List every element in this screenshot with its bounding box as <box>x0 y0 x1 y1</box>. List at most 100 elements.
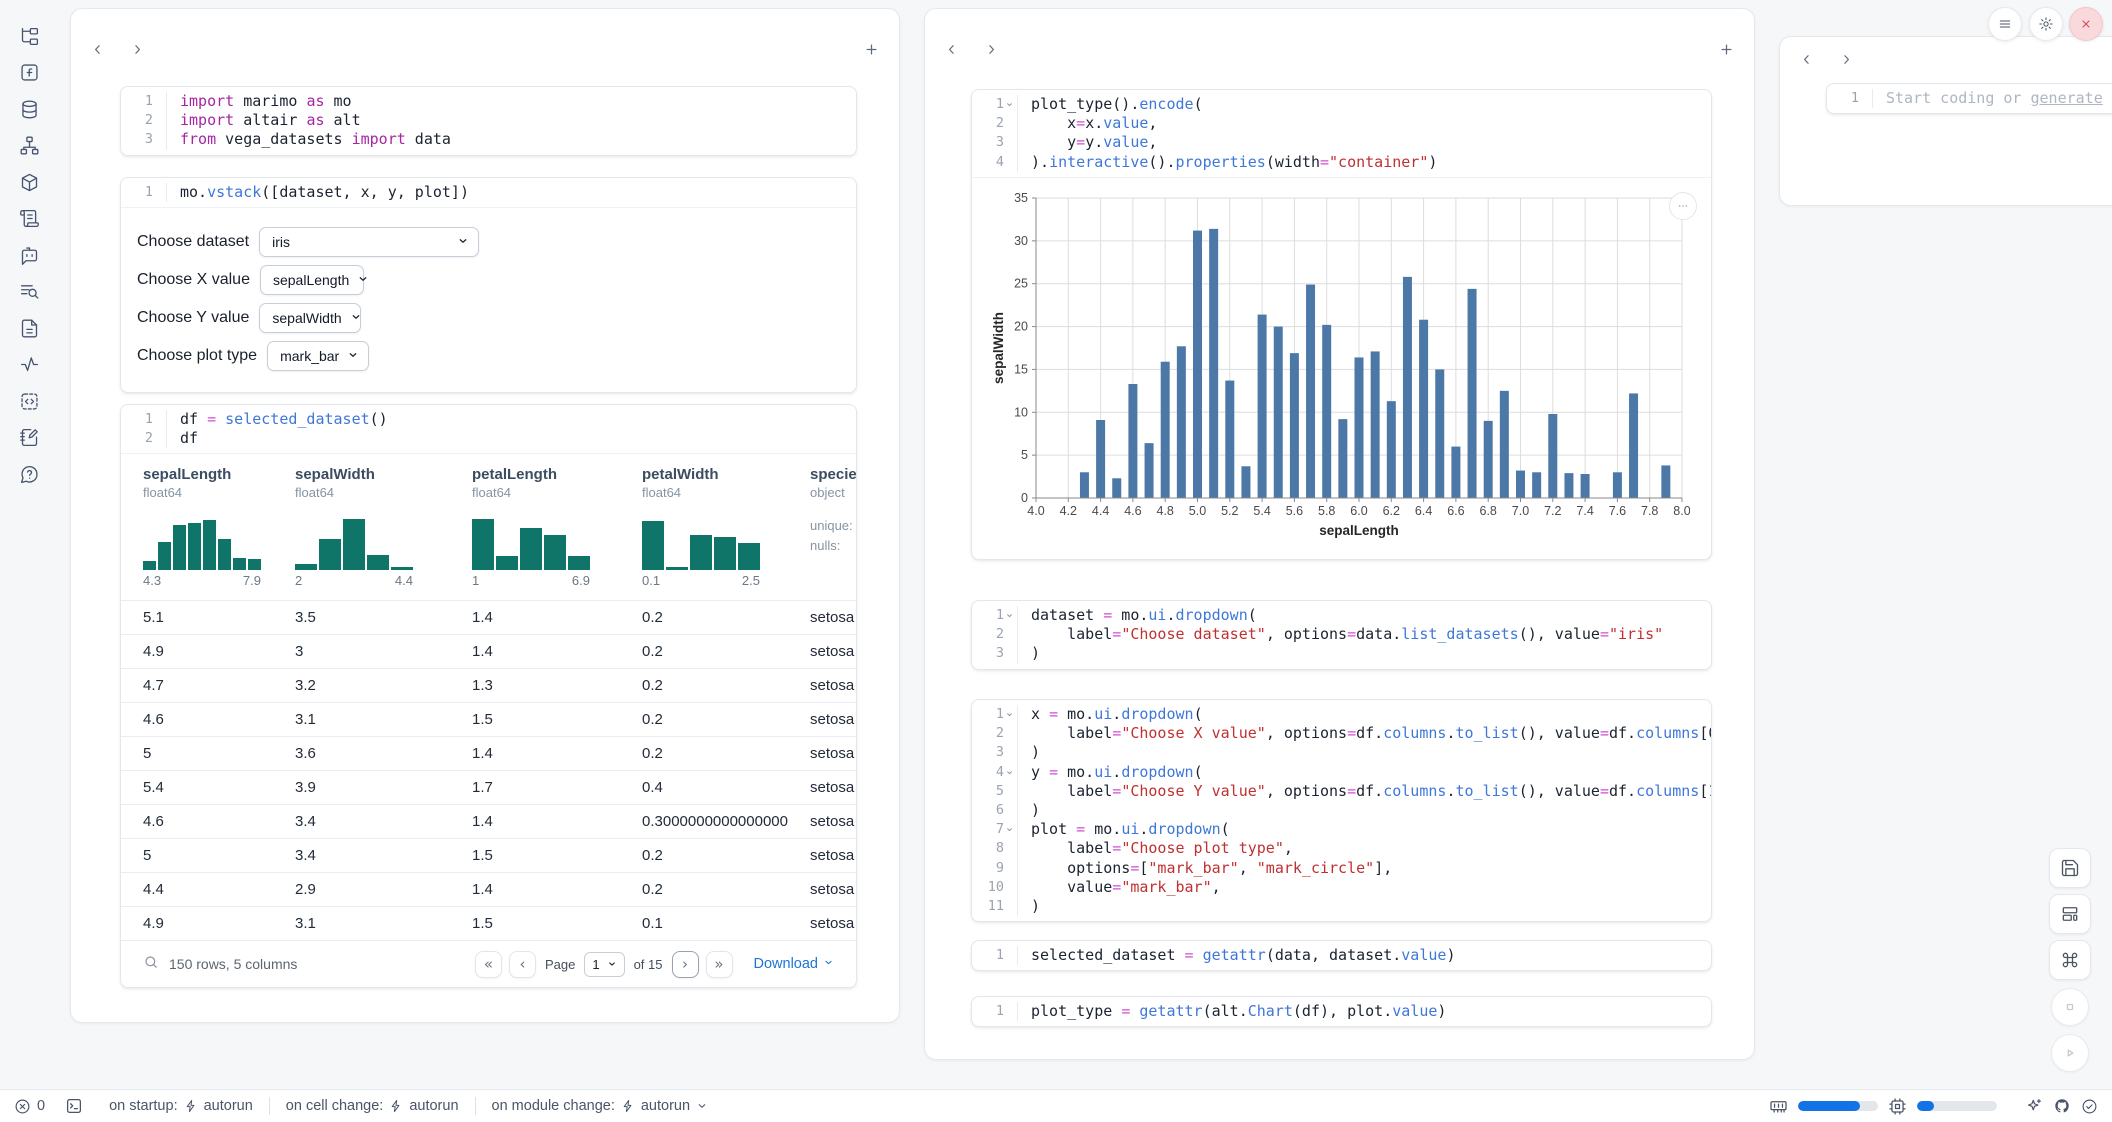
sidebar-item-bot-chat[interactable] <box>11 240 47 270</box>
ai-assist-button[interactable] <box>2025 1097 2043 1115</box>
chevron-left-icon[interactable] <box>1794 47 1818 71</box>
chevron-left-icon[interactable] <box>939 37 963 61</box>
bar <box>1338 419 1347 498</box>
code-block[interactable]: 1234plot_type().encode( x=x.value, y=y.v… <box>972 90 1711 177</box>
sidebar-item-dependency-graph[interactable] <box>11 131 47 161</box>
code-token: ui <box>1148 606 1166 624</box>
runtime-config-2[interactable]: on module change:autorun <box>492 1098 709 1114</box>
chevron-left-icon[interactable] <box>85 37 109 61</box>
command-palette-button[interactable] <box>2049 940 2091 980</box>
dropdown-select-sepalWidth[interactable]: sepalWidth <box>259 303 361 333</box>
download-button[interactable]: Download <box>754 956 835 972</box>
next-page-button[interactable]: › <box>672 951 699 978</box>
code-block[interactable]: 123import marimo as moimport altair as a… <box>121 87 856 155</box>
table-cell: 3.4 <box>273 847 450 864</box>
ram-usage-fill <box>1798 1101 1860 1111</box>
last-page-button[interactable]: » <box>706 951 733 978</box>
dataframe-table: sepalLengthfloat644.37.9sepalWidthfloat6… <box>121 453 856 987</box>
code-token: with AI. <box>2103 89 2112 107</box>
dropdown-select-mark_bar[interactable]: mark_bar <box>267 341 369 371</box>
code-token: mo. <box>1058 763 1094 781</box>
code-token: dropdown <box>1121 763 1193 781</box>
sidebar-item-file-text[interactable] <box>11 313 47 343</box>
code-token: alt <box>325 111 361 129</box>
page-number-select[interactable]: 1 <box>584 952 624 977</box>
sidebar-item-file-tree[interactable] <box>11 21 47 51</box>
sidebar-item-activity[interactable] <box>11 350 47 380</box>
code-token: . <box>1112 705 1121 723</box>
line-number: 2 <box>972 625 1018 644</box>
code-block[interactable]: 1234567891011x = mo.ui.dropdown( label="… <box>972 700 1711 921</box>
chevron-right-icon[interactable] <box>1834 47 1858 71</box>
sidebar-item-database[interactable] <box>11 94 47 124</box>
runtime-config-1[interactable]: on cell change:autorun <box>286 1098 459 1114</box>
code-token: import <box>352 130 406 148</box>
sidebar-item-doc-search[interactable] <box>11 277 47 307</box>
sidebar-item-function-square[interactable] <box>11 58 47 88</box>
table-column-header-sepalLength: sepalLengthfloat644.37.9 <box>121 466 273 588</box>
altair-bar-chart[interactable]: 4.04.24.44.64.85.05.25.45.65.86.06.26.46… <box>990 186 1690 544</box>
code-block[interactable]: 1plot_type = getattr(alt.Chart(df), plot… <box>972 997 1711 1026</box>
menu-button[interactable] <box>1988 7 2022 41</box>
dropdown-select-sepalLength[interactable]: sepalLength <box>260 265 364 295</box>
table-column-header-petalLength: petalLengthfloat6416.9 <box>450 466 620 588</box>
code-block[interactable]: 1mo.vstack([dataset, x, y, plot]) <box>121 178 856 207</box>
code-editor[interactable]: 123dataset = mo.ui.dropdown( label="Choo… <box>972 601 1711 669</box>
sidebar-item-scroll-text[interactable] <box>11 204 47 234</box>
prev-page-button[interactable]: ‹ <box>509 951 536 978</box>
code-editor[interactable]: 1Start coding or generate with AI. <box>1827 84 2112 113</box>
error-count-button[interactable]: 0 <box>14 1098 45 1115</box>
stop-button[interactable] <box>2051 988 2089 1026</box>
histogram-bar <box>158 542 171 570</box>
code-token: value <box>1103 133 1148 151</box>
runtime-config-0[interactable]: on startup:autorun <box>109 1098 253 1114</box>
code-editor[interactable]: 123import marimo as moimport altair as a… <box>121 87 856 155</box>
code-token: data <box>406 130 451 148</box>
code-editor[interactable]: 1plot_type = getattr(alt.Chart(df), plot… <box>972 997 1711 1026</box>
line-number: 3 <box>972 743 1018 762</box>
code-token: altair <box>234 111 306 129</box>
fold-spacer <box>153 134 164 145</box>
save-button[interactable] <box>2049 848 2091 888</box>
chevron-down-icon <box>696 1100 708 1112</box>
code-editor[interactable]: 1selected_dataset = getattr(data, datase… <box>972 941 1711 970</box>
code-editor[interactable]: 1mo.vstack([dataset, x, y, plot]) <box>121 178 856 207</box>
search-icon[interactable] <box>143 954 159 974</box>
shutdown-button[interactable] <box>2069 7 2103 41</box>
code-block[interactable]: 1Start coding or generate with AI. <box>1827 84 2112 113</box>
code-editor[interactable]: 1234plot_type().encode( x=x.value, y=y.v… <box>972 90 1711 177</box>
line-number-gutter: 1 <box>972 1002 1018 1021</box>
add-cell-button[interactable] <box>1714 37 1738 61</box>
add-cell-button[interactable] <box>859 37 883 61</box>
chevron-right-icon[interactable] <box>979 37 1003 61</box>
sidebar-item-help-chat[interactable] <box>11 459 47 489</box>
code-editor[interactable]: 1234567891011x = mo.ui.dropdown( label="… <box>972 700 1711 921</box>
chevron-right-icon[interactable] <box>125 37 149 61</box>
code-editor[interactable]: 12df = selected_dataset()df <box>121 405 856 453</box>
fold-spacer <box>1004 728 1015 739</box>
memory-icon <box>1769 1097 1788 1116</box>
left-icon-sidebar <box>0 0 60 1089</box>
sidebar-item-notebook-pen[interactable] <box>11 423 47 453</box>
dropdown-row: Choose X valuesepalLength <box>137 264 840 296</box>
code-block[interactable]: 123dataset = mo.ui.dropdown( label="Choo… <box>972 601 1711 669</box>
chevron-down-icon <box>457 234 469 250</box>
plus-icon <box>1719 42 1734 57</box>
settings-button[interactable] <box>2029 7 2063 41</box>
code-block[interactable]: 12df = selected_dataset()df <box>121 405 856 453</box>
bar <box>1419 319 1428 497</box>
fold-chevron-icon <box>1004 824 1015 835</box>
line-number: 7 <box>972 820 1018 839</box>
chart-actions-button[interactable] <box>1669 192 1697 220</box>
dropdown-select-iris[interactable]: iris <box>259 227 479 257</box>
sidebar-item-code-dashed[interactable] <box>11 386 47 416</box>
layout-button[interactable] <box>2049 894 2091 934</box>
github-button[interactable] <box>2053 1097 2071 1115</box>
run-button[interactable] <box>2051 1034 2089 1072</box>
first-page-button[interactable]: « <box>475 951 502 978</box>
terminal-button[interactable] <box>65 1097 83 1115</box>
sidebar-item-package[interactable] <box>11 167 47 197</box>
chev-right-icon <box>1839 52 1854 67</box>
code-block[interactable]: 1selected_dataset = getattr(data, datase… <box>972 941 1711 970</box>
connection-status-button[interactable] <box>2081 1098 2098 1115</box>
